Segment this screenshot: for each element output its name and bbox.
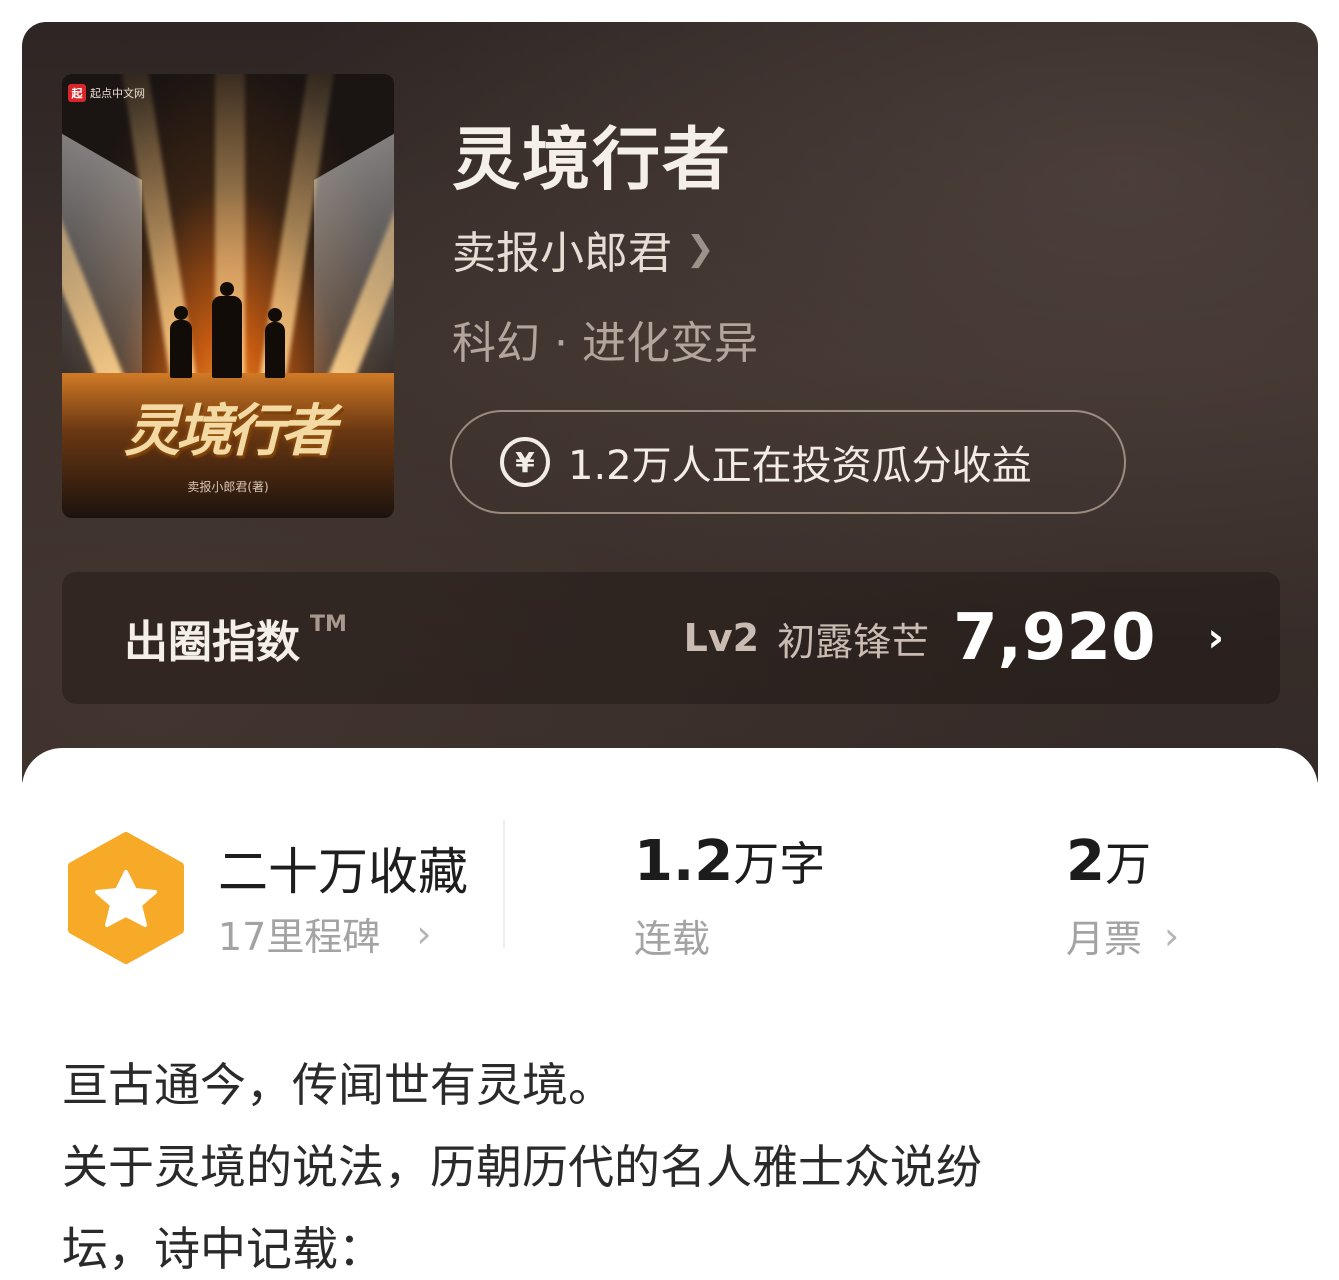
- milestones-label: 17里程碑: [218, 915, 381, 959]
- index-value-group: Lv2 初露锋芒 7,920 ›: [684, 601, 1224, 675]
- index-label-text: 出圈指数: [124, 617, 300, 668]
- popularity-index-bar[interactable]: 出圈指数 TM Lv2 初露锋芒 7,920 ›: [62, 572, 1280, 704]
- divider: [503, 820, 505, 948]
- index-label: 出圈指数 TM: [124, 606, 347, 670]
- monthly-ticket-stat[interactable]: 2万 月票 ›: [1066, 828, 1179, 963]
- chevron-right-icon: ›: [1164, 913, 1180, 958]
- cover-art-figure: [170, 306, 192, 378]
- description-line: 坛，诗中记载：: [62, 1222, 384, 1276]
- book-genre: 科幻 · 进化变异: [452, 318, 758, 369]
- chevron-right-icon: ❯: [686, 229, 715, 269]
- cover-art-figure: [212, 282, 242, 378]
- cover-art-figure: [265, 308, 285, 378]
- favorites-count: 二十万收藏: [218, 843, 468, 901]
- book-header: 起 起点中文网 灵境行者 卖报小郎君(著) 灵境行者 卖报小郎君 ❯ 科幻 · …: [22, 22, 1318, 782]
- yen-coin-icon: ¥: [500, 437, 550, 487]
- book-description[interactable]: 亘古通今，传闻世有灵境。 关于灵境的说法，历朝历代的名人雅士众说纷 坛，诗中记载…: [62, 1044, 1262, 1280]
- publisher-name: 起点中文网: [90, 87, 145, 100]
- book-title: 灵境行者: [452, 121, 733, 200]
- monthly-ticket-label: 月票: [1066, 917, 1143, 961]
- index-level: Lv2: [683, 616, 760, 660]
- word-count-number: 1.2: [634, 829, 734, 894]
- cover-title: 灵境行者: [124, 398, 336, 464]
- index-level-name: 初露锋芒: [777, 619, 930, 664]
- cover-author: 卖报小郎君(著): [187, 480, 269, 494]
- book-cover[interactable]: 起 起点中文网 灵境行者 卖报小郎君(著): [62, 74, 394, 518]
- chevron-right-icon: ›: [416, 911, 432, 956]
- monthly-ticket-number: 2: [1066, 829, 1105, 894]
- chevron-right-icon: ›: [1207, 615, 1224, 661]
- cover-publisher: 起 起点中文网: [68, 84, 145, 102]
- trademark-mark: TM: [310, 612, 347, 637]
- index-score: 7,920: [953, 601, 1156, 675]
- star-hexagon-icon: [66, 832, 186, 964]
- word-count-stat: 1.2万字 连载: [634, 828, 825, 963]
- publisher-logo-icon: 起: [68, 84, 86, 102]
- description-line: 关于灵境的说法，历朝历代的名人雅士众说纷: [62, 1140, 982, 1194]
- monthly-ticket-unit: 万: [1104, 837, 1151, 891]
- author-name: 卖报小郎君: [452, 228, 672, 279]
- invest-button[interactable]: ¥ 1.2万人正在投资瓜分收益: [450, 410, 1126, 514]
- description-line: 亘古通今，传闻世有灵境。: [62, 1058, 614, 1112]
- author-link[interactable]: 卖报小郎君 ❯: [452, 217, 715, 281]
- serial-status-label: 连载: [634, 917, 711, 961]
- invest-text: 1.2万人正在投资瓜分收益: [568, 443, 1032, 489]
- milestones-link[interactable]: 17里程碑 ›: [218, 906, 432, 961]
- word-count-unit: 万字: [733, 837, 826, 891]
